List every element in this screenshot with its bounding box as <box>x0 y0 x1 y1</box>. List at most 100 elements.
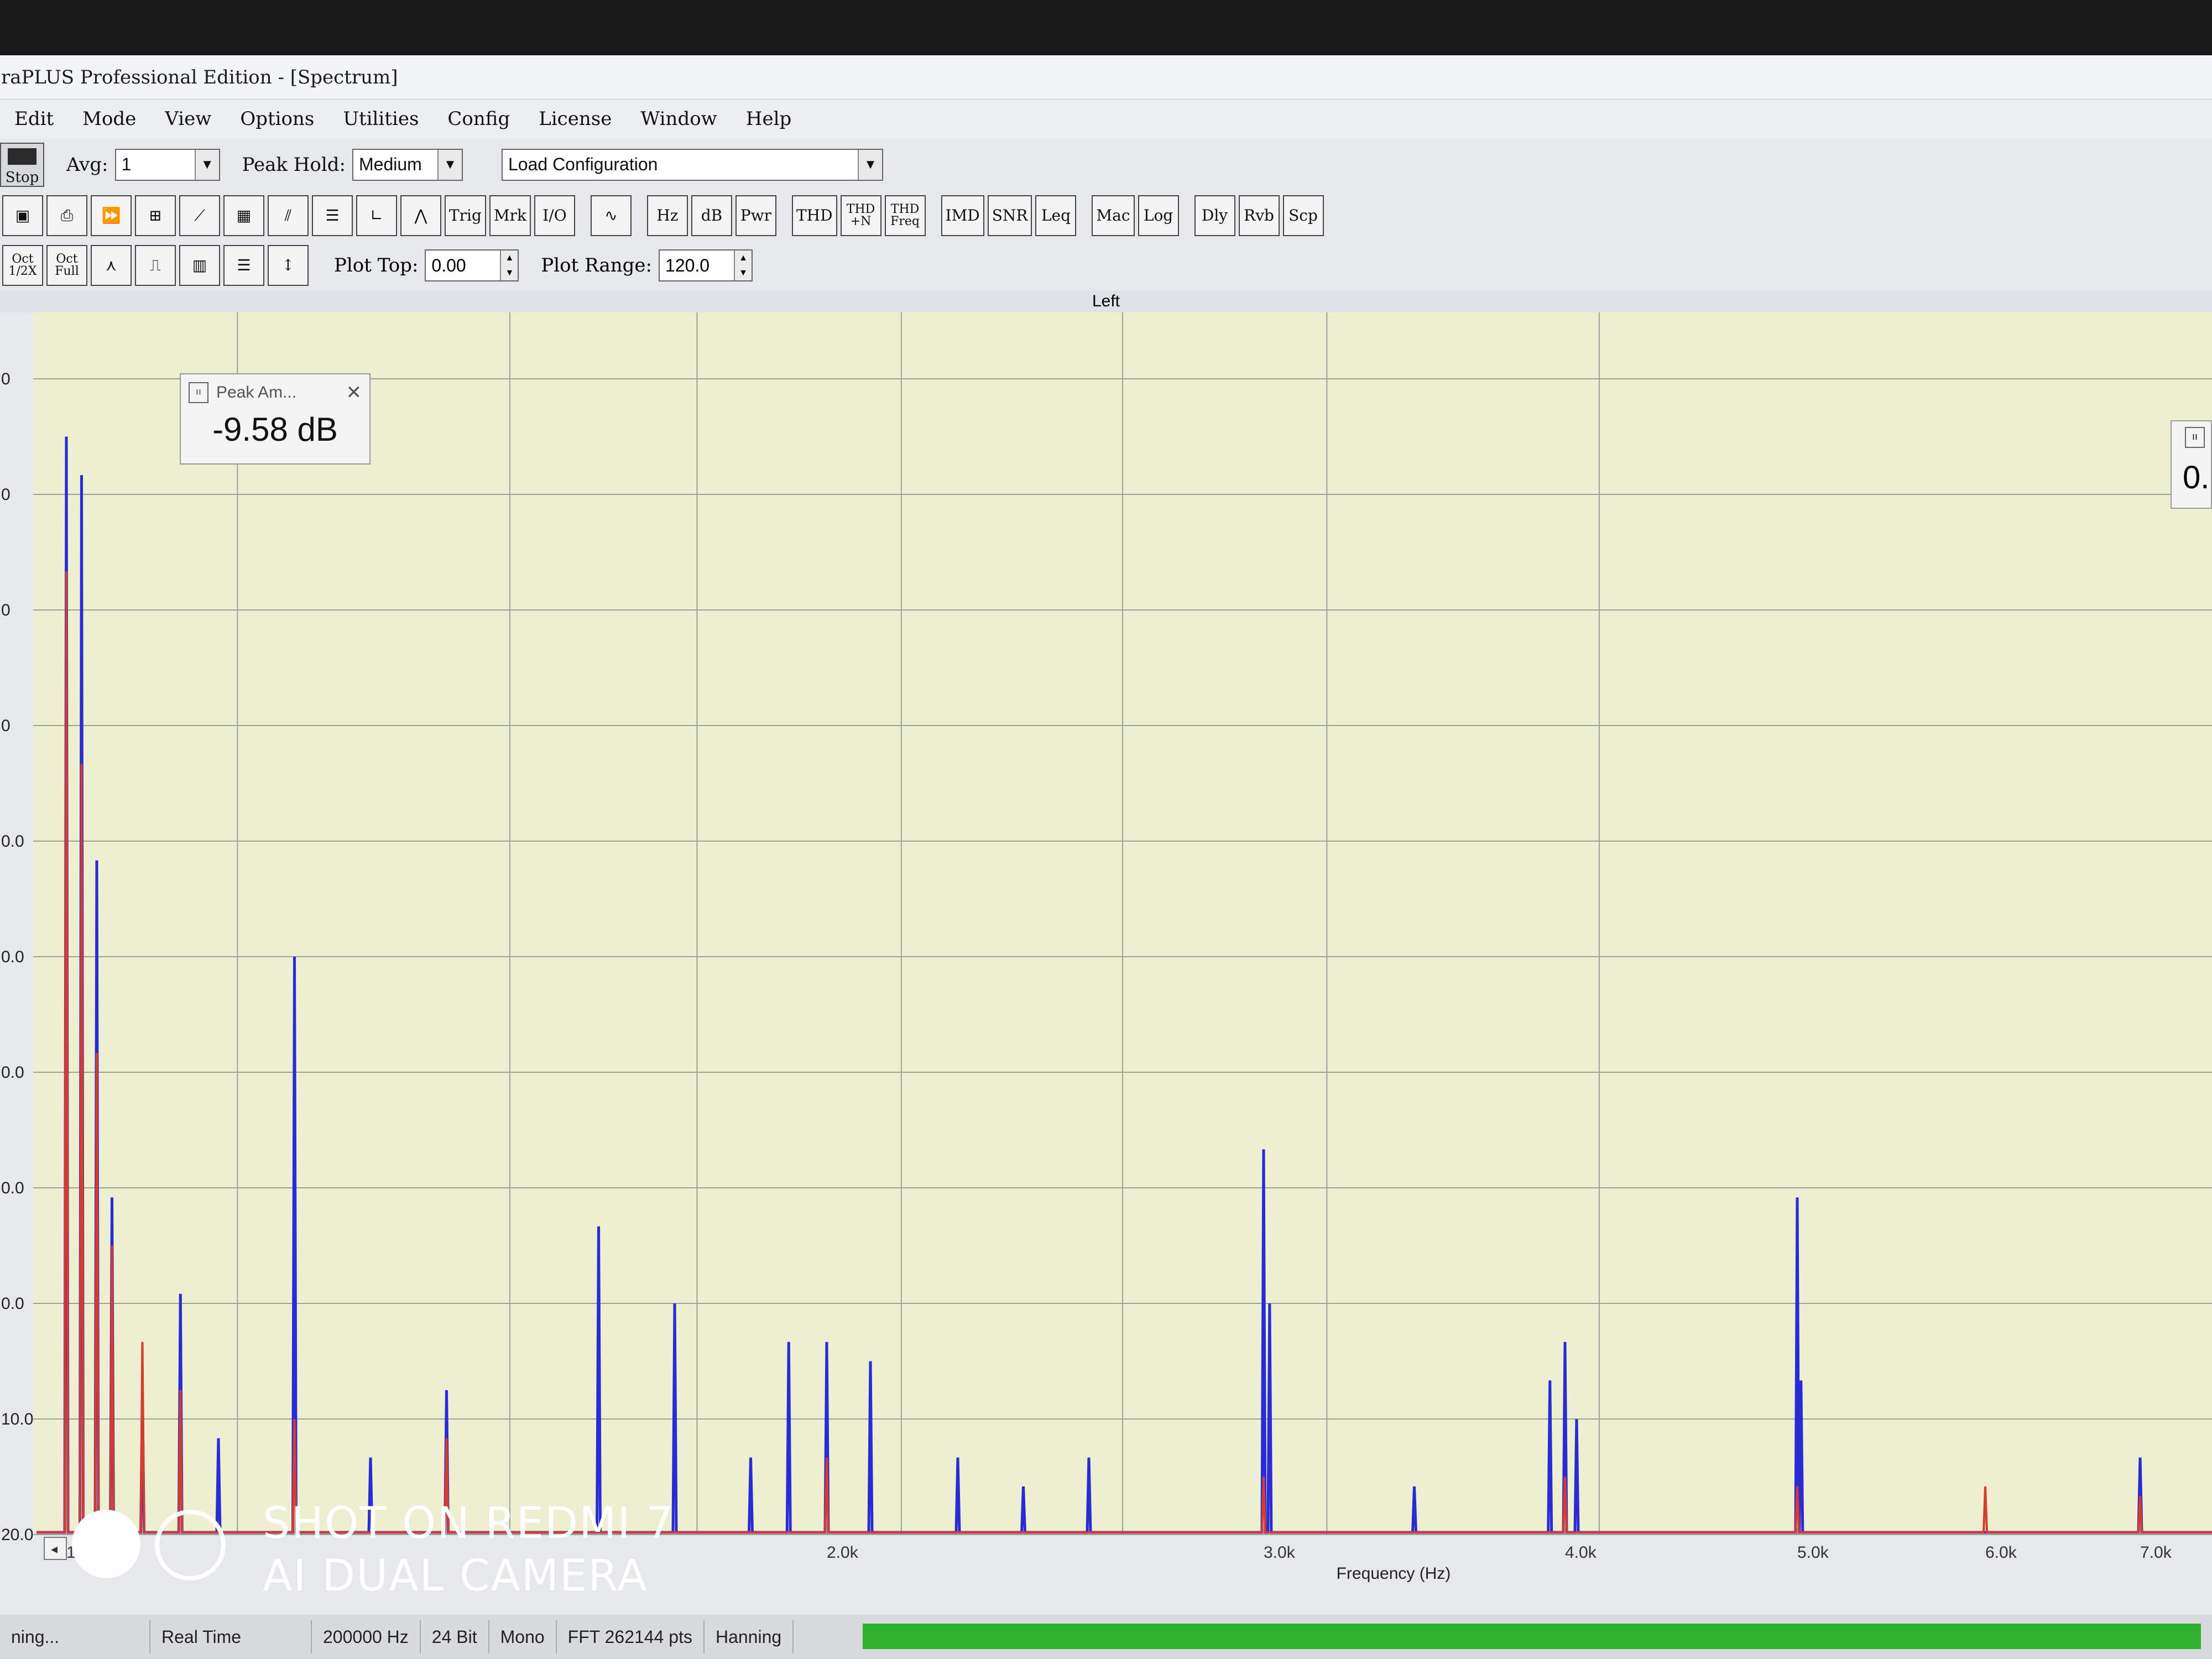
list-button[interactable]: ☰ <box>223 245 264 286</box>
peak-amplitude-panel[interactable]: ıı Peak Am... ✕ -9.58 dB <box>180 373 371 465</box>
avg-label: Avg: <box>66 153 108 176</box>
tool-scp-button[interactable]: Scp <box>1282 195 1324 236</box>
status-channels: Mono <box>489 1620 557 1653</box>
bar-spectrum-button[interactable]: ▥ <box>179 245 220 286</box>
channel-label: Left <box>1092 292 1120 310</box>
secondary-readout-panel[interactable]: ıı 0. <box>2171 420 2212 509</box>
menu-mode[interactable]: Mode <box>68 108 150 130</box>
analysis-toolbar: ▣ ⎙ ⏩ ⊞ ⟋ ▦ ⫽ ☰ ∟ ⋀ Trig Mrk I/O ∿ Hz dB Pwr THD THD +N THD… <box>0 191 2212 241</box>
watermark-line-2: AI DUAL CAMERA <box>263 1551 648 1601</box>
axis-button[interactable]: ∟ <box>356 195 397 236</box>
3d-plot-button[interactable]: ⫽ <box>268 195 309 236</box>
tool-log-button[interactable]: Log <box>1138 195 1179 236</box>
save-icon: ▣ <box>15 206 30 225</box>
tool-hz-button[interactable]: Hz <box>646 195 688 236</box>
x-tick-label: 6.0k <box>1985 1543 2017 1562</box>
x-tick-label: 5.0k <box>1797 1543 1829 1562</box>
application-window: raPLUS Professional Edition - [Spectrum]… <box>0 55 2212 1659</box>
chevron-down-icon[interactable]: ▼ <box>194 149 219 180</box>
chevron-down-icon[interactable]: ▼ <box>857 149 882 180</box>
camera-watermark: SHOT ON REDMI 7 AI DUAL CAMERA <box>72 1499 680 1609</box>
save-button[interactable]: ▣ <box>2 195 43 236</box>
spectrum-plot[interactable]: 00000.00.00.00.00.010.020.0 1.0k2.0k3.0k… <box>0 312 2212 1587</box>
plot-top-label: Plot Top: <box>334 254 419 276</box>
list-icon: ☰ <box>325 206 340 225</box>
tool-i-o-button[interactable]: I/O <box>534 195 575 236</box>
tool-mrk-button[interactable]: Mrk <box>489 195 531 236</box>
sine-wave-button[interactable]: ∿ <box>590 195 632 236</box>
tool-snr-button[interactable]: SNR <box>987 195 1032 236</box>
configuration-select[interactable]: Load Configuration ▼ <box>501 148 883 181</box>
tool-button-label: Oct 1/2X <box>8 252 37 278</box>
sawtooth-button[interactable]: ⟋ <box>179 195 220 236</box>
channel-header: Left <box>0 290 2212 312</box>
x-axis-label: Frequency (Hz) <box>1337 1564 1451 1583</box>
tool-thd-button[interactable]: THD <box>791 195 837 236</box>
y-tick-label: 20.0 <box>1 1526 33 1544</box>
list-button[interactable]: ☰ <box>312 195 353 236</box>
tool-mac-button[interactable]: Mac <box>1092 195 1135 236</box>
step-response-button[interactable]: ⎍ <box>135 245 176 286</box>
tool-button-label: THD Freq <box>890 202 920 228</box>
tool-button-label: dB <box>701 206 723 225</box>
tool-imd-button[interactable]: IMD <box>941 195 984 236</box>
peak-button[interactable]: ⋏ <box>91 245 132 286</box>
tool-oct-full-button[interactable]: Oct Full <box>46 245 87 286</box>
tool-thd-freq-button[interactable]: THD Freq <box>884 195 926 236</box>
menu-utilities[interactable]: Utilities <box>328 108 433 130</box>
level-meter-bar <box>863 1624 2201 1649</box>
peak-hold-select[interactable]: Medium ▼ <box>352 148 463 181</box>
print-button[interactable]: ⎙ <box>46 195 87 236</box>
title-bar: raPLUS Professional Edition - [Spectrum] <box>0 55 2212 100</box>
spinner-arrows-icon[interactable]: ▲ ▼ <box>734 251 752 280</box>
close-icon[interactable]: ✕ <box>346 382 362 404</box>
menu-view[interactable]: View <box>150 108 226 130</box>
scope-button[interactable]: ⊞ <box>135 195 176 236</box>
camera-logo-icon <box>72 1510 140 1578</box>
stop-button[interactable]: Stop <box>0 142 44 187</box>
fast-forward-icon: ⏩ <box>101 206 121 225</box>
tool-db-button[interactable]: dB <box>691 195 732 236</box>
status-bit-depth: 24 Bit <box>421 1620 489 1653</box>
plot-top-value: 0.00 <box>431 255 466 275</box>
tool-button-label: Pwr <box>740 206 772 225</box>
menu-window[interactable]: Window <box>626 108 731 130</box>
menu-edit[interactable]: Edit <box>0 108 68 130</box>
scale-icon: ↕ <box>281 256 295 274</box>
plot-range-spinner[interactable]: 120.0 ▲ ▼ <box>659 249 753 281</box>
pin-icon[interactable]: ıı <box>2185 427 2205 448</box>
tool-oct-1-2x-button[interactable]: Oct 1/2X <box>2 245 43 286</box>
chevron-down-icon[interactable]: ▼ <box>437 149 462 180</box>
avg-select[interactable]: 1 ▼ <box>114 148 220 181</box>
compass-button[interactable]: ⋀ <box>400 195 441 236</box>
menu-config[interactable]: Config <box>433 108 524 130</box>
plot-toolbar: Oct 1/2X Oct Full ⋏ ⎍ ▥ ☰ ↕ Plot Top: 0.00 ▲ ▼ … <box>0 241 2212 290</box>
tool-button-label: Log <box>1143 206 1173 225</box>
tool-leq-button[interactable]: Leq <box>1035 195 1077 236</box>
spectrogram-button[interactable]: ▦ <box>223 195 264 236</box>
tool-button-label: THD +N <box>846 202 875 228</box>
tool-pwr-button[interactable]: Pwr <box>735 195 776 236</box>
y-tick-label: 0 <box>1 601 11 619</box>
tool-button-label: Rvb <box>1244 206 1274 225</box>
tool-button-label: Oct Full <box>55 252 79 278</box>
scale-button[interactable]: ↕ <box>268 245 309 286</box>
peak-hold-value: Medium <box>358 154 422 174</box>
x-tick-label: 2.0k <box>827 1543 859 1562</box>
x-tick-label: 7.0k <box>2140 1543 2172 1562</box>
pin-icon[interactable]: ıı <box>189 382 208 403</box>
stop-icon <box>8 148 36 165</box>
list-icon: ☰ <box>237 256 251 274</box>
tool-thd-n-button[interactable]: THD +N <box>840 195 881 236</box>
tool-trig-button[interactable]: Trig <box>445 195 486 236</box>
spinner-arrows-icon[interactable]: ▲ ▼ <box>500 251 518 280</box>
menu-help[interactable]: Help <box>732 108 806 130</box>
tool-rvb-button[interactable]: Rvb <box>1238 195 1280 236</box>
plot-top-spinner[interactable]: 0.00 ▲ ▼ <box>425 249 519 281</box>
menu-license[interactable]: License <box>524 108 626 130</box>
fast-forward-button[interactable]: ⏩ <box>91 195 132 236</box>
tool-dly-button[interactable]: Dly <box>1194 195 1235 236</box>
y-tick-label: 0 <box>1 370 11 388</box>
tool-button-label: IMD <box>945 206 980 225</box>
menu-options[interactable]: Options <box>226 108 328 130</box>
